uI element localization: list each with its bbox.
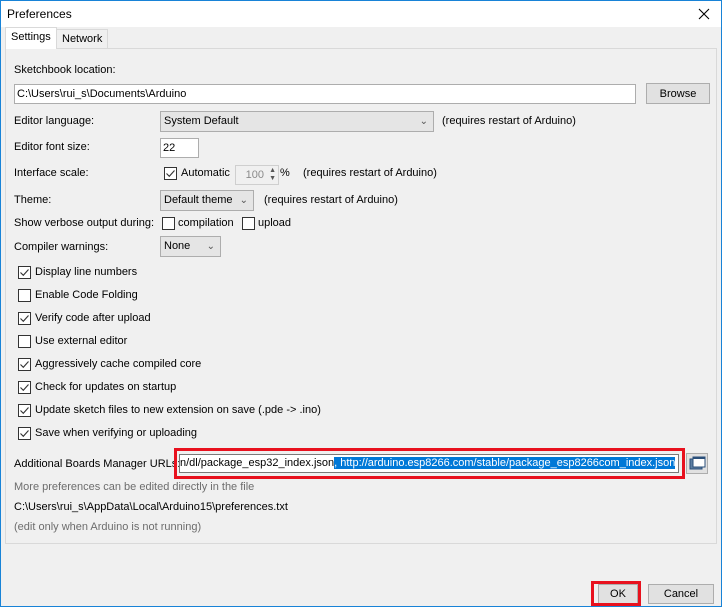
interface-scale-unit: %	[280, 167, 290, 179]
theme-label: Theme:	[14, 194, 52, 206]
theme-value: Default theme	[164, 194, 233, 206]
open-url-editor-button[interactable]	[686, 453, 708, 474]
interface-scale-automatic-checkbox[interactable]	[164, 167, 177, 180]
option-checkbox[interactable]	[18, 358, 31, 371]
check-icon	[20, 315, 29, 323]
editor-language-value: System Default	[164, 115, 239, 127]
close-icon	[698, 8, 710, 20]
option-checkbox[interactable]	[18, 335, 31, 348]
chevron-down-icon: ⌄	[419, 116, 428, 127]
check-icon	[20, 361, 29, 369]
option-checkbox[interactable]	[18, 427, 31, 440]
option-checkbox[interactable]	[18, 404, 31, 417]
option-label: Display line numbers	[35, 266, 138, 278]
option-label: Verify code after upload	[35, 312, 151, 324]
verbose-compilation-checkbox[interactable]	[162, 217, 175, 230]
window-title: Preferences	[7, 7, 72, 21]
option-checkbox[interactable]	[18, 266, 31, 279]
browse-button[interactable]: Browse	[646, 83, 710, 104]
more-prefs-note: More preferences can be edited directly …	[14, 481, 255, 493]
editor-language-label: Editor language:	[14, 115, 95, 127]
font-size-input[interactable]: 22	[160, 138, 199, 158]
option-label: Check for updates on startup	[35, 381, 177, 393]
interface-scale-label: Interface scale:	[14, 167, 89, 179]
close-button[interactable]	[687, 1, 721, 27]
check-icon	[20, 430, 29, 438]
compiler-warnings-select[interactable]: None ⌄	[160, 236, 221, 257]
verbose-upload-label: upload	[258, 217, 292, 229]
option-checkbox[interactable]	[18, 381, 31, 394]
option-label: Use external editor	[35, 335, 128, 347]
verbose-label: Show verbose output during:	[14, 217, 155, 229]
chevron-down-icon: ⌄	[239, 195, 248, 206]
compiler-warnings-value: None	[164, 240, 191, 252]
chevron-down-icon: ⌄	[206, 241, 215, 252]
edit-note: (edit only when Arduino is not running)	[14, 521, 202, 533]
option-label: Save when verifying or uploading	[35, 427, 198, 439]
verbose-compilation-label: compilation	[178, 217, 234, 229]
option-label: Update sketch files to new extension on …	[35, 404, 321, 416]
interface-scale-value: 100	[245, 169, 264, 181]
window-list-icon	[689, 456, 706, 470]
highlight-box-ok	[591, 581, 641, 606]
sketchbook-location-input[interactable]: C:\Users\rui_s\Documents\Arduino	[14, 84, 636, 104]
font-size-label: Editor font size:	[14, 141, 90, 153]
option-checkbox[interactable]	[18, 289, 31, 302]
interface-scale-spinner[interactable]: 100 ▲ ▼	[235, 165, 279, 185]
option-label: Enable Code Folding	[35, 289, 138, 301]
verbose-upload-checkbox[interactable]	[242, 217, 255, 230]
spinner-arrows-icon[interactable]: ▲ ▼	[269, 167, 276, 183]
tab-network[interactable]: Network	[56, 29, 109, 49]
editor-language-select[interactable]: System Default ⌄	[160, 111, 434, 132]
preferences-file-path: C:\Users\rui_s\AppData\Local\Arduino15\p…	[14, 501, 288, 513]
preferences-window: Preferences Settings Network Sketchbook …	[0, 0, 722, 607]
editor-language-note: (requires restart of Arduino)	[442, 115, 576, 127]
option-checkbox[interactable]	[18, 312, 31, 325]
check-icon	[166, 170, 175, 178]
theme-select[interactable]: Default theme ⌄	[160, 190, 254, 211]
check-icon	[20, 269, 29, 277]
check-icon	[20, 384, 29, 392]
interface-scale-note: (requires restart of Arduino)	[303, 167, 437, 179]
highlight-box-urls	[174, 448, 685, 479]
theme-note: (requires restart of Arduino)	[264, 194, 398, 206]
title-bar: Preferences	[1, 1, 721, 27]
compiler-warnings-label: Compiler warnings:	[14, 241, 109, 253]
interface-scale-automatic-label: Automatic	[181, 167, 230, 179]
check-icon	[20, 407, 29, 415]
cancel-button[interactable]: Cancel	[648, 584, 714, 604]
sketchbook-label: Sketchbook location:	[14, 64, 116, 76]
tab-settings[interactable]: Settings	[5, 27, 57, 49]
boards-urls-label: Additional Boards Manager URLs:	[14, 458, 181, 470]
option-label: Aggressively cache compiled core	[35, 358, 202, 370]
